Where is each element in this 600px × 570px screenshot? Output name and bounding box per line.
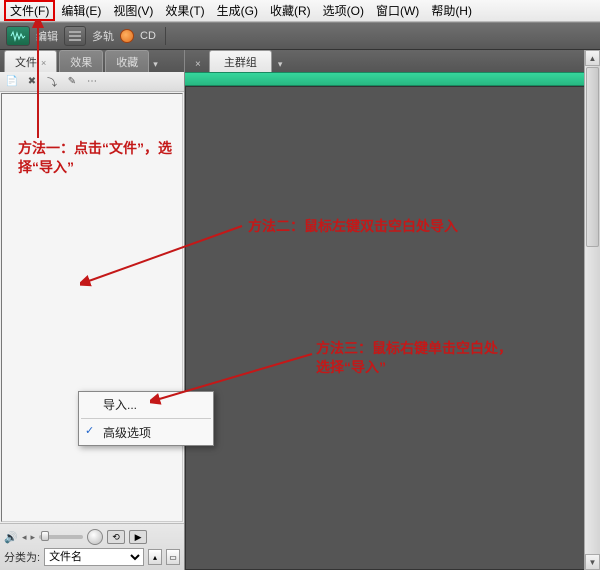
sort-select[interactable]: 文件名 bbox=[44, 548, 144, 566]
sort-asc-button[interactable]: ▴ bbox=[148, 549, 162, 565]
tab-menu-icon[interactable]: ▾ bbox=[276, 59, 285, 72]
tab-favorites[interactable]: 收藏 bbox=[105, 50, 149, 72]
check-icon: ✓ bbox=[85, 424, 94, 437]
menu-view[interactable]: 视图(V) bbox=[107, 0, 159, 21]
panel-menu-icon[interactable]: ▾ bbox=[151, 59, 160, 72]
preview-slider[interactable] bbox=[39, 535, 83, 539]
context-menu-advanced[interactable]: ✓ 高级选项 bbox=[79, 420, 213, 445]
chevron-left-icon[interactable]: ◂ bbox=[22, 532, 27, 543]
volume-dial[interactable] bbox=[87, 529, 103, 545]
autoplay-button[interactable]: ▶ bbox=[129, 530, 147, 544]
main-toolbar: 编辑 多轨 CD bbox=[0, 22, 600, 50]
waveform-view-button[interactable] bbox=[6, 26, 30, 46]
menu-bar: 文件(F) 编辑(E) 视图(V) 效果(T) 生成(G) 收藏(R) 选项(O… bbox=[0, 0, 600, 22]
context-menu: 导入... ✓ 高级选项 bbox=[78, 391, 214, 446]
edit-mode-label[interactable]: 编辑 bbox=[34, 28, 60, 44]
files-toolbar: 📄 ✖ ⤵ ✎ ⋯ bbox=[0, 72, 184, 92]
menu-options[interactable]: 选项(O) bbox=[317, 0, 370, 21]
file-list-area[interactable] bbox=[1, 93, 183, 522]
menu-effects[interactable]: 效果(T) bbox=[159, 0, 210, 21]
main-panel-tabs: × 主群组 ▾ bbox=[185, 50, 600, 72]
scroll-up-button[interactable]: ▲ bbox=[585, 50, 600, 66]
menu-edit[interactable]: 编辑(E) bbox=[55, 0, 107, 21]
chevron-right-icon[interactable]: ▸ bbox=[31, 532, 36, 543]
close-file-button[interactable]: ✖ bbox=[24, 75, 40, 89]
tab-files-label: 文件 bbox=[15, 57, 37, 69]
tab-files[interactable]: 文件 × bbox=[4, 50, 57, 72]
file-panel-footer: 🔊 ◂ ▸ ⟲ ▶ 分类为: 文件名 ▴ ▭ bbox=[0, 523, 184, 570]
left-panel-tabs: 文件 × 效果 收藏 ▾ bbox=[0, 50, 184, 72]
close-icon[interactable]: × bbox=[41, 58, 46, 68]
toolbar-separator bbox=[165, 27, 166, 45]
main-panel: × 主群组 ▾ bbox=[185, 50, 600, 570]
scroll-thumb[interactable] bbox=[586, 67, 599, 247]
timeline-ruler[interactable] bbox=[185, 72, 600, 86]
menu-file[interactable]: 文件(F) bbox=[4, 0, 55, 21]
import-file-button[interactable]: 📄 bbox=[4, 75, 20, 89]
tab-main-group[interactable]: 主群组 bbox=[209, 50, 272, 72]
workspace: 文件 × 效果 收藏 ▾ 📄 ✖ ⤵ ✎ ⋯ 🔊 ◂ ▸ ⟲ ▶ 分类为: bbox=[0, 50, 600, 570]
path-toggle-button[interactable]: ▭ bbox=[166, 549, 180, 565]
editor-canvas[interactable] bbox=[185, 86, 600, 570]
menu-generate[interactable]: 生成(G) bbox=[211, 0, 264, 21]
tab-effects[interactable]: 效果 bbox=[59, 50, 103, 72]
menu-window[interactable]: 窗口(W) bbox=[370, 0, 425, 21]
context-menu-separator bbox=[81, 418, 211, 419]
insert-button[interactable]: ⤵ bbox=[44, 75, 60, 89]
multitrack-view-button[interactable] bbox=[64, 26, 86, 46]
cd-mode-label[interactable]: CD bbox=[138, 30, 158, 42]
left-panel: 文件 × 效果 收藏 ▾ 📄 ✖ ⤵ ✎ ⋯ 🔊 ◂ ▸ ⟲ ▶ 分类为: bbox=[0, 50, 185, 570]
sort-label: 分类为: bbox=[4, 549, 40, 565]
close-tab-icon[interactable]: × bbox=[191, 59, 205, 72]
context-menu-import[interactable]: 导入... bbox=[79, 392, 213, 417]
waveform-icon bbox=[10, 30, 26, 42]
cd-icon bbox=[120, 29, 134, 43]
tab-effects-label: 效果 bbox=[70, 57, 92, 69]
edit-button[interactable]: ✎ bbox=[64, 75, 80, 89]
multitrack-icon bbox=[68, 30, 82, 42]
multitrack-mode-label[interactable]: 多轨 bbox=[90, 28, 116, 44]
vertical-scrollbar[interactable]: ▲ ▼ bbox=[584, 50, 600, 570]
options-button[interactable]: ⋯ bbox=[84, 75, 100, 89]
speaker-icon[interactable]: 🔊 bbox=[4, 531, 18, 543]
menu-help[interactable]: 帮助(H) bbox=[425, 0, 478, 21]
tab-favorites-label: 收藏 bbox=[116, 57, 138, 69]
context-menu-advanced-label: 高级选项 bbox=[103, 426, 151, 440]
menu-favorites[interactable]: 收藏(R) bbox=[264, 0, 317, 21]
loop-button[interactable]: ⟲ bbox=[107, 530, 125, 544]
scroll-down-button[interactable]: ▼ bbox=[585, 554, 600, 570]
